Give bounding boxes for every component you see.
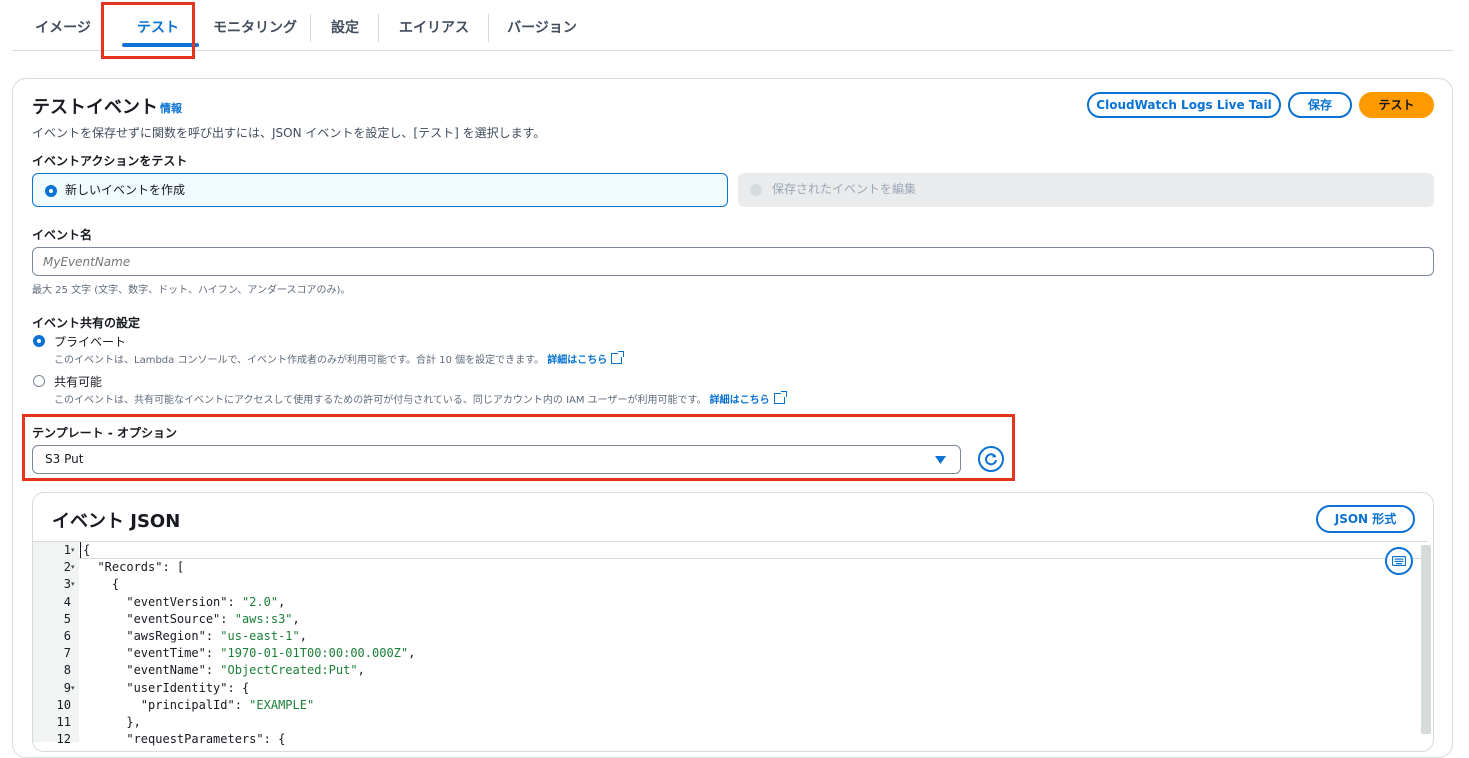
line-number: 4 — [63, 594, 71, 609]
code-line: "userIdentity": { — [83, 680, 250, 695]
line-number: 8 — [63, 663, 71, 678]
cloudwatch-live-tail-button[interactable]: CloudWatch Logs Live Tail — [1087, 92, 1281, 118]
keyboard-icon — [1392, 556, 1406, 566]
create-new-event-option[interactable]: 新しいイベントを作成 — [32, 173, 728, 207]
external-link-icon — [773, 391, 787, 404]
radio-disabled-icon — [750, 184, 762, 196]
code-line: "eventSource": "aws:s3", — [83, 611, 300, 626]
line-number: 11 — [56, 715, 71, 729]
line-number: 2 — [63, 560, 71, 575]
shareable-radio[interactable] — [33, 375, 45, 387]
save-button[interactable]: 保存 — [1288, 92, 1352, 118]
code-line: { — [83, 543, 91, 557]
event-action-label: イベントアクションをテスト — [32, 154, 188, 168]
code-line: "eventName": "ObjectCreated:Put", — [83, 663, 365, 678]
learn-more-text: 詳細はこちら — [709, 395, 770, 406]
info-link[interactable]: 情報 — [160, 100, 182, 116]
tab-monitoring[interactable]: モニタリング — [200, 0, 310, 50]
line-number: 3 — [63, 577, 71, 592]
private-radio[interactable] — [33, 335, 45, 347]
code-line: "principalId": "EXAMPLE" — [83, 697, 315, 712]
code-line: "eventVersion": "2.0", — [83, 594, 286, 609]
line-number: 1 — [63, 543, 71, 557]
active-line-highlight — [79, 542, 1429, 559]
shareable-option-description: このイベントは、共有可能なイベントにアクセスして使用するための許可が付与されてい… — [54, 391, 787, 406]
json-editor[interactable]: 1 ▾{2 ▾ "Records": [3 ▾ {4 "eventVersion": … — [33, 541, 1429, 746]
edit-saved-event-label: 保存されたイベントを編集 — [772, 182, 917, 196]
tab-aliases[interactable]: エイリアス — [380, 0, 488, 50]
radio-selected-icon — [45, 185, 57, 197]
event-name-label: イベント名 — [32, 228, 93, 242]
test-event-description: イベントを保存せずに関数を呼び出すには、JSON イベントを設定し、[テスト] … — [32, 126, 546, 140]
event-name-input[interactable] — [32, 247, 1434, 276]
keyboard-shortcuts-button[interactable] — [1385, 547, 1413, 575]
code-line: "eventTime": "1970-01-01T00:00:00.000Z", — [83, 646, 416, 661]
learn-more-text: 詳細はこちら — [547, 355, 608, 366]
learn-more-link-private[interactable]: 詳細はこちら — [547, 351, 625, 366]
tab-divider — [378, 14, 379, 42]
fold-toggle-icon[interactable]: ▾ — [71, 580, 75, 588]
editor-scrollbar[interactable] — [1421, 545, 1431, 734]
tab-image[interactable]: イメージ — [20, 0, 106, 50]
private-option-label: プライベート — [54, 335, 127, 349]
edit-saved-event-option: 保存されたイベントを編集 — [738, 173, 1434, 207]
tab-settings[interactable]: 設定 — [312, 0, 378, 50]
shareable-description-text: このイベントは、共有可能なイベントにアクセスして使用するための許可が付与されてい… — [54, 395, 707, 406]
line-number: 9 — [63, 680, 71, 695]
test-event-title: テストイベント — [32, 97, 158, 118]
fold-toggle-icon[interactable]: ▾ — [71, 684, 75, 692]
code-line: "Records": [ — [83, 560, 185, 575]
code-line: }, — [83, 715, 141, 729]
private-description-text: このイベントは、Lambda コンソールで、イベント作成者のみが利用可能です。合… — [54, 355, 545, 366]
tab-bar: イメージ テスト モニタリング 設定 エイリアス バージョン — [12, 0, 1453, 51]
highlight-box-template — [22, 414, 1015, 481]
fold-toggle-icon[interactable]: ▾ — [71, 546, 75, 554]
highlight-box-test-tab — [101, 2, 195, 59]
external-link-icon — [611, 351, 625, 364]
tab-versions[interactable]: バージョン — [490, 0, 594, 50]
tab-divider — [310, 14, 311, 42]
create-new-event-label: 新しいイベントを作成 — [65, 183, 186, 197]
tab-divider — [488, 14, 489, 42]
fold-toggle-icon[interactable]: ▾ — [71, 563, 75, 571]
shareable-option-label: 共有可能 — [54, 375, 103, 389]
private-option-description: このイベントは、Lambda コンソールで、イベント作成者のみが利用可能です。合… — [54, 351, 625, 366]
code-line: { — [83, 577, 120, 592]
line-number: 10 — [56, 697, 71, 712]
learn-more-link-shareable[interactable]: 詳細はこちら — [709, 391, 787, 406]
line-number: 5 — [63, 611, 71, 626]
event-sharing-label: イベント共有の設定 — [32, 316, 141, 330]
event-json-title: イベント JSON — [52, 511, 181, 532]
code-line: "awsRegion": "us-east-1", — [83, 629, 307, 643]
line-number: 7 — [63, 646, 71, 661]
event-name-hint: 最大 25 文字 (文字、数字、ドット、ハイフン、アンダースコアのみ)。 — [32, 285, 351, 296]
line-number: 6 — [63, 629, 71, 643]
test-button[interactable]: テスト — [1359, 92, 1434, 118]
json-format-button[interactable]: JSON 形式 — [1316, 505, 1415, 533]
